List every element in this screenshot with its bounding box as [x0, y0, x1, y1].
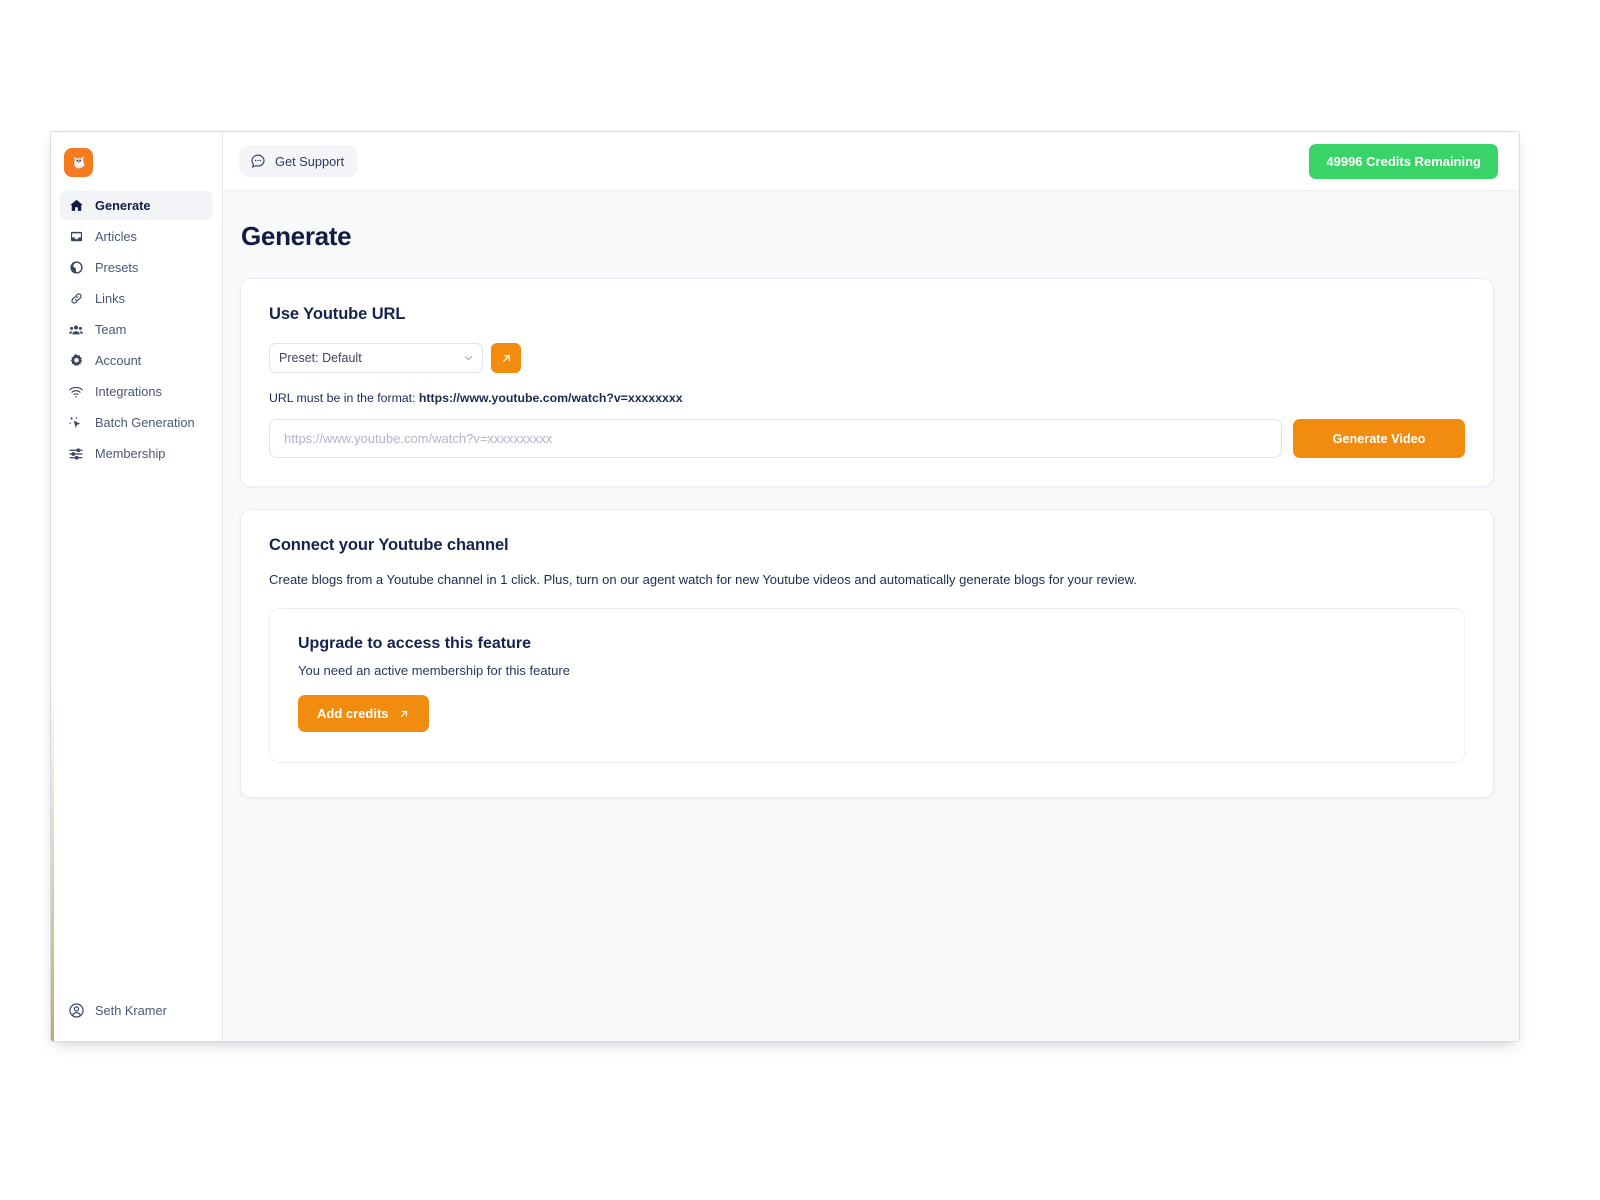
link-chain-icon	[68, 291, 84, 307]
sidebar-item-label: Membership	[95, 446, 166, 461]
sidebar-item-label: Integrations	[95, 384, 162, 399]
page-title: Generate	[241, 221, 352, 251]
preset-select-wrapper: Preset: Default	[269, 343, 483, 373]
url-format-hint-prefix: URL must be in the format:	[269, 391, 419, 405]
connect-youtube-channel-card: Connect your Youtube channel Create blog…	[240, 509, 1494, 798]
arrow-up-right-icon	[502, 354, 510, 362]
sidebar-item-team[interactable]: Team	[60, 315, 213, 344]
sidebar-item-label: Presets	[95, 260, 139, 275]
globe-icon	[68, 260, 84, 276]
inbox-tray-icon	[68, 229, 84, 245]
sidebar-item-articles[interactable]: Articles	[60, 222, 213, 251]
url-row: Generate Video	[269, 419, 1465, 458]
upgrade-title: Upgrade to access this feature	[298, 635, 531, 652]
get-support-label: Get Support	[275, 153, 345, 169]
connect-channel-title: Connect your Youtube channel	[269, 536, 509, 554]
sidebar-item-batch-generation[interactable]: Batch Generation	[60, 408, 213, 437]
sidebar-item-generate[interactable]: Generate	[60, 191, 213, 220]
preset-row: Preset: Default	[269, 343, 1465, 373]
open-preset-button[interactable]	[491, 343, 521, 373]
preset-select[interactable]: Preset: Default	[269, 343, 483, 373]
sidebar-item-label: Links	[95, 291, 125, 306]
use-youtube-url-card: Use Youtube URL Preset: Default URL must…	[240, 278, 1494, 487]
url-format-hint: URL must be in the format: https://www.y…	[269, 391, 1465, 405]
main-area: Get Support 49996 Credits Remaining Gene…	[223, 132, 1519, 1041]
topbar: Get Support 49996 Credits Remaining	[223, 132, 1519, 191]
sidebar-item-membership[interactable]: Membership	[60, 439, 213, 468]
sidebar-item-label: Batch Generation	[95, 415, 195, 430]
connect-channel-description: Create blogs from a Youtube channel in 1…	[269, 572, 1137, 587]
upgrade-subtitle: You need an active membership for this f…	[298, 663, 570, 678]
sliders-icon	[68, 446, 84, 462]
sidebar-item-integrations[interactable]: Integrations	[60, 377, 213, 406]
arrow-up-right-icon	[400, 710, 407, 717]
upgrade-box: Upgrade to access this feature You need …	[269, 608, 1465, 763]
page-content: Generate Use Youtube URL Preset: Default	[223, 191, 1519, 1041]
wifi-icon	[68, 384, 84, 400]
add-credits-button[interactable]: Add credits	[298, 695, 429, 732]
url-format-hint-value: https://www.youtube.com/watch?v=xxxxxxxx	[418, 391, 683, 405]
sidebar-item-label: Account	[95, 353, 142, 368]
sidebar-item-links[interactable]: Links	[60, 284, 213, 313]
sidebar: Generate Articles Presets Links Team Acc…	[51, 132, 223, 1041]
user-circle-icon	[68, 1002, 85, 1019]
logo-container	[51, 132, 222, 189]
sidebar-item-label: Generate	[95, 198, 151, 213]
app-window: Generate Articles Presets Links Team Acc…	[50, 131, 1520, 1042]
youtube-url-input[interactable]	[269, 419, 1282, 458]
sidebar-item-label: Articles	[95, 229, 137, 244]
fox-logo-icon[interactable]	[64, 148, 93, 177]
generate-video-button[interactable]: Generate Video	[1293, 419, 1465, 458]
gear-icon	[68, 353, 84, 369]
home-icon	[68, 198, 84, 214]
sidebar-item-presets[interactable]: Presets	[60, 253, 213, 282]
sidebar-user[interactable]: Seth Kramer	[51, 1002, 222, 1041]
sidebar-nav: Generate Articles Presets Links Team Acc…	[51, 189, 222, 468]
get-support-button[interactable]: Get Support	[239, 145, 359, 177]
credits-remaining-badge[interactable]: 49996 Credits Remaining	[1309, 143, 1498, 179]
sidebar-user-name: Seth Kramer	[95, 1003, 167, 1018]
add-credits-label: Add credits	[317, 706, 389, 721]
sidebar-item-label: Team	[95, 322, 127, 337]
chat-bubble-dots-icon	[250, 153, 266, 169]
use-youtube-url-title: Use Youtube URL	[269, 305, 406, 323]
people-group-icon	[68, 322, 84, 338]
sidebar-item-account[interactable]: Account	[60, 346, 213, 375]
sparkle-cursor-icon	[68, 415, 84, 431]
